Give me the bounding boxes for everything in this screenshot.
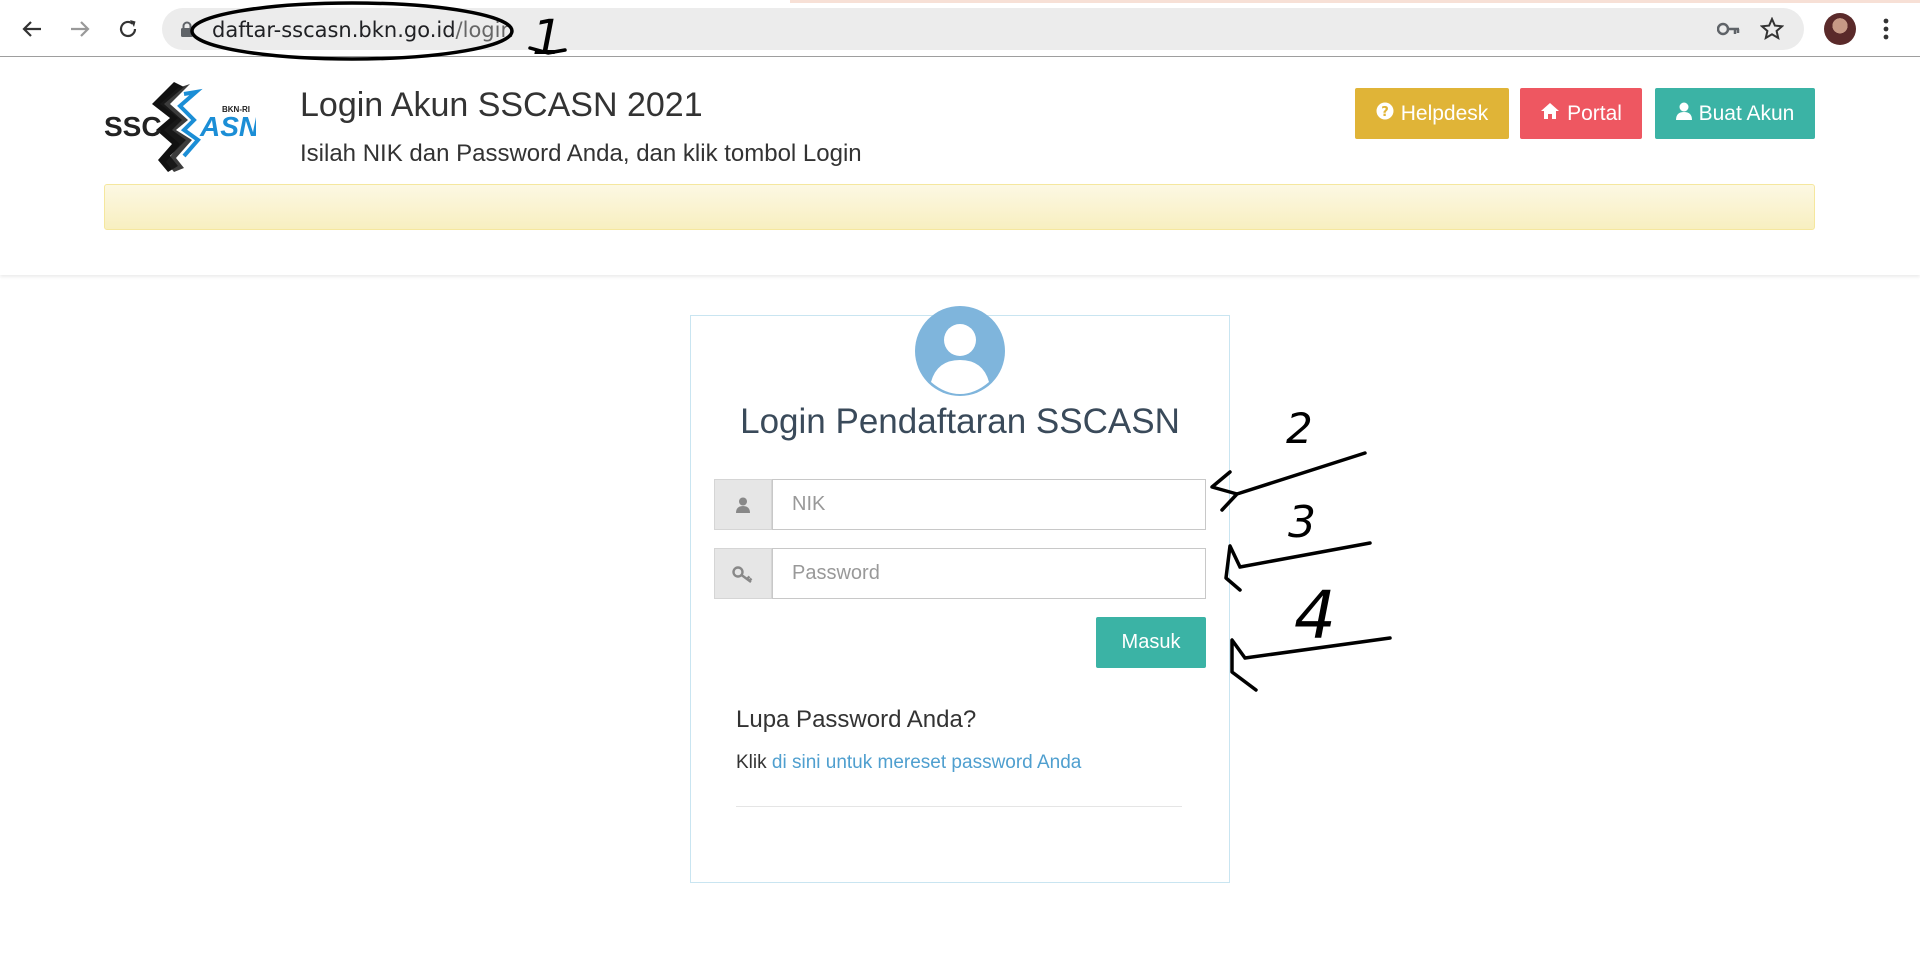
buat-akun-button[interactable]: Buat Akun <box>1655 88 1815 139</box>
kebab-menu-icon[interactable] <box>1872 15 1900 43</box>
annotation-4: 4 <box>1294 577 1336 654</box>
svg-text:?: ? <box>1381 105 1389 120</box>
card-divider <box>736 806 1182 807</box>
reset-password-link[interactable]: di sini untuk mereset password Anda <box>772 752 1081 773</box>
portal-label: Portal <box>1567 101 1622 125</box>
key-icon[interactable] <box>1716 20 1741 43</box>
login-title: Login Pendaftaran SSCASN <box>740 402 1180 441</box>
buat-akun-label: Buat Akun <box>1698 101 1795 125</box>
user-icon <box>1675 102 1692 126</box>
forward-arrow-icon[interactable] <box>66 15 94 43</box>
password-key-icon <box>714 548 772 599</box>
address-bar[interactable]: daftar-sscasn.bkn.go.id/login <box>162 8 1804 50</box>
forgot-password-text: Klik di sini untuk mereset password Anda <box>736 752 1081 774</box>
sscasn-logo[interactable]: SSC ASN BKN-RI <box>104 82 260 172</box>
login-card <box>690 315 1230 883</box>
forgot-password-heading: Lupa Password Anda? <box>736 706 977 733</box>
nik-input[interactable] <box>772 479 1206 530</box>
lock-icon <box>180 21 194 43</box>
annotation-2: 2 <box>1286 404 1313 453</box>
star-icon[interactable] <box>1759 16 1785 46</box>
page-subtitle: Isilah NIK dan Password Anda, dan klik t… <box>300 140 862 167</box>
forgot-prefix: Klik <box>736 752 767 773</box>
annotation-3: 3 <box>1288 497 1316 548</box>
portal-button[interactable]: Portal <box>1520 88 1642 139</box>
back-arrow-icon[interactable] <box>18 15 46 43</box>
alert-bar <box>104 184 1815 230</box>
masuk-button[interactable]: Masuk <box>1096 617 1206 668</box>
helpdesk-label: Helpdesk <box>1400 101 1489 125</box>
arrow-2 <box>1210 451 1367 512</box>
question-circle-icon: ? <box>1376 102 1394 126</box>
arrow-3 <box>1224 541 1372 592</box>
url-host: daftar-sscasn.bkn.go.id <box>212 18 456 42</box>
nik-user-icon <box>714 479 772 530</box>
avatar[interactable] <box>1824 13 1856 45</box>
logo-text-right: ASN <box>199 111 256 142</box>
url-path: /login <box>455 18 514 42</box>
home-icon <box>1540 102 1560 126</box>
nik-input-group <box>714 479 1206 530</box>
browser-toolbar: daftar-sscasn.bkn.go.id/login <box>0 0 1920 57</box>
loading-indicator <box>790 0 1920 3</box>
user-avatar-icon <box>915 306 1005 396</box>
logo-text-left: SSC <box>104 111 162 142</box>
arrow-4 <box>1230 636 1392 692</box>
password-input-group <box>714 548 1206 599</box>
reload-icon[interactable] <box>114 15 142 43</box>
password-input[interactable] <box>772 548 1206 599</box>
url-text: daftar-sscasn.bkn.go.id/login <box>212 18 514 42</box>
logo-small-text: BKN-RI <box>222 105 250 114</box>
helpdesk-button[interactable]: ? Helpdesk <box>1355 88 1509 139</box>
page-title: Login Akun SSCASN 2021 <box>300 86 703 124</box>
